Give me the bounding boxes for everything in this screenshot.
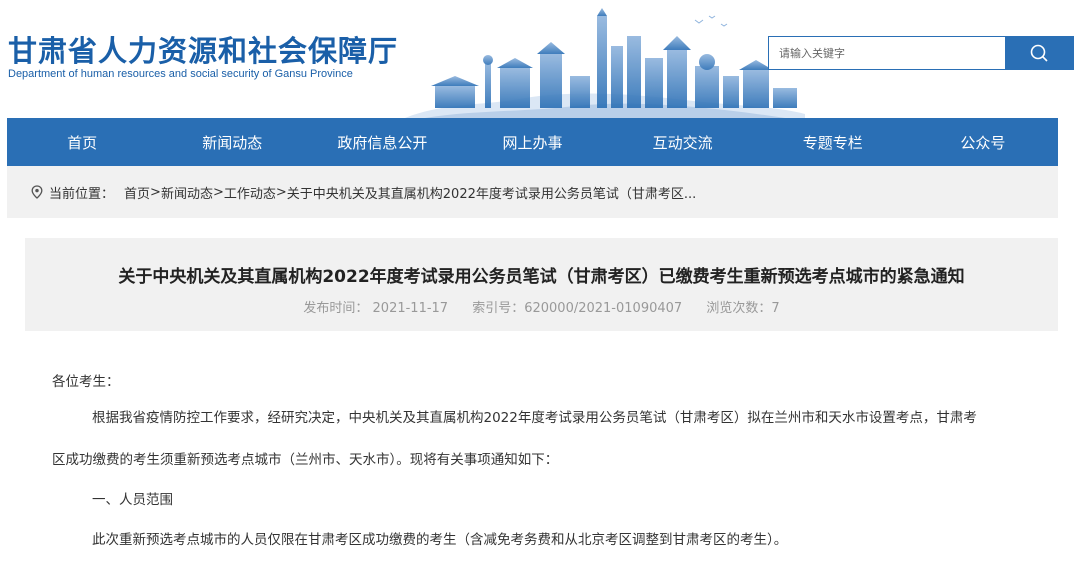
breadcrumb: 当前位置： 首页 > 新闻动态 > 工作动态 > 关于中央机关及其直属机构202… <box>7 166 1058 218</box>
breadcrumb-separator: > <box>212 184 224 200</box>
publish-time: 发布时间： 2021-11-17 <box>303 301 449 316</box>
nav-item-online-services[interactable]: 网上办事 <box>457 118 607 166</box>
search-input[interactable] <box>769 37 1005 69</box>
city-skyline-illustration <box>405 8 805 118</box>
nav-item-public-account[interactable]: 公众号 <box>908 118 1058 166</box>
breadcrumb-current: 关于中央机关及其直属机构2022年度考试录用公务员笔试（甘肃考区... <box>286 186 697 202</box>
search-box <box>768 36 1074 70</box>
nav-item-special-topics[interactable]: 专题专栏 <box>758 118 908 166</box>
paragraph-body: 此次重新预选考点城市的人员仅限在甘肃考区成功缴费的考生（含减免考务费和从北京考区… <box>92 532 788 548</box>
site-title[interactable]: 甘肃省人力资源和社会保障厅 <box>8 28 398 70</box>
breadcrumb-news[interactable]: 新闻动态 <box>161 183 213 202</box>
nav-item-interaction[interactable]: 互动交流 <box>608 118 758 166</box>
section-heading: 一、人员范围 <box>92 492 173 508</box>
search-icon <box>1030 44 1048 62</box>
nav-item-gov-info[interactable]: 政府信息公开 <box>307 118 457 166</box>
article-header: 关于中央机关及其直属机构2022年度考试录用公务员笔试（甘肃考区）已缴费考生重新… <box>25 238 1058 331</box>
paragraph-greeting: 各位考生： <box>52 374 120 390</box>
nav-item-news[interactable]: 新闻动态 <box>157 118 307 166</box>
search-button[interactable] <box>1005 37 1073 69</box>
index-number: 索引号：620000/2021-01090407 <box>472 301 683 316</box>
article-meta: 发布时间： 2021-11-17 索引号：620000/2021-0109040… <box>25 297 1058 316</box>
breadcrumb-separator: > <box>275 184 287 200</box>
main-nav: 首页 新闻动态 政府信息公开 网上办事 互动交流 专题专栏 公众号 <box>7 118 1058 166</box>
paragraph-body: 根据我省疫情防控工作要求，经研究决定，中央机关及其直属机构2022年度考试录用公… <box>92 410 977 426</box>
breadcrumb-home[interactable]: 首页 <box>124 183 150 202</box>
article-title: 关于中央机关及其直属机构2022年度考试录用公务员笔试（甘肃考区）已缴费考生重新… <box>118 267 965 287</box>
paragraph-body-continued: 区成功缴费的考生须重新预选考点城市（兰州市、天水市）。现将有关事项通知如下： <box>52 452 559 468</box>
breadcrumb-work-news[interactable]: 工作动态 <box>224 183 276 202</box>
site-subtitle: Department of human resources and social… <box>8 68 353 80</box>
nav-item-home[interactable]: 首页 <box>7 118 157 166</box>
site-header: 甘肃省人力资源和社会保障厅 Department of human resour… <box>0 0 1080 118</box>
breadcrumb-separator: > <box>150 184 161 200</box>
location-pin-icon <box>31 185 43 199</box>
view-count: 浏览次数：7 <box>706 301 780 316</box>
breadcrumb-label: 当前位置： <box>49 186 115 202</box>
